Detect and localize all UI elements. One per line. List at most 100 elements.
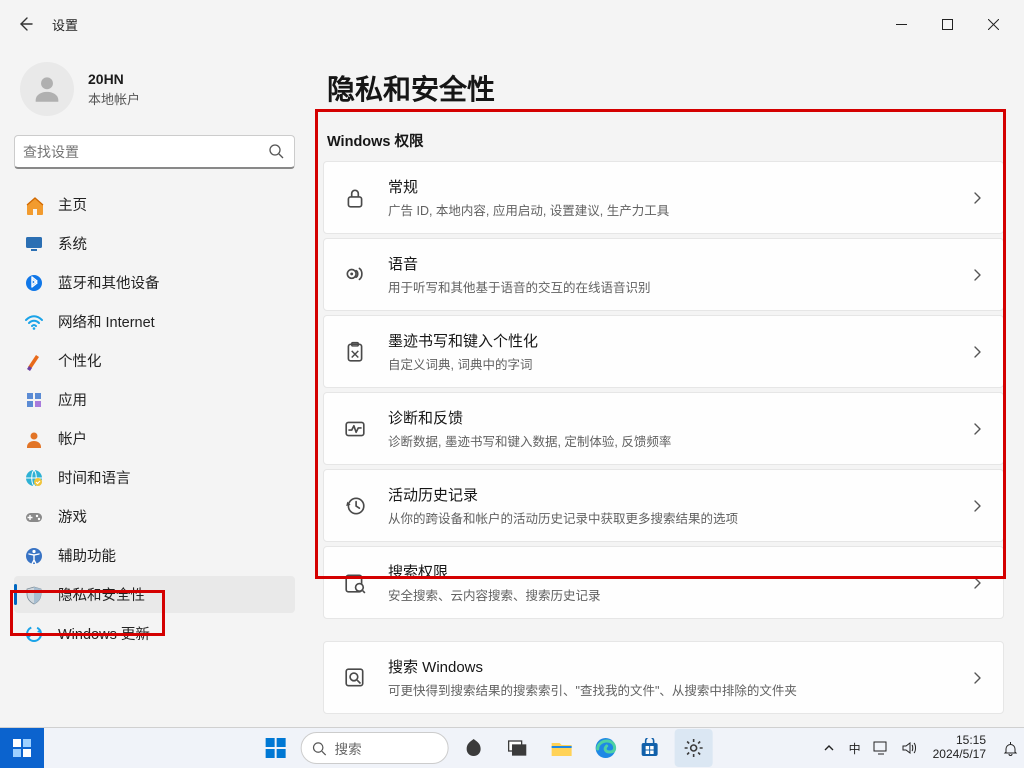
start-button[interactable] (257, 729, 295, 767)
card-desc: 广告 ID, 本地内容, 应用启动, 设置建议, 生产力工具 (388, 200, 971, 219)
accessibility-icon (24, 546, 44, 566)
sidebar: 20HN 本地帐户 主页系统蓝牙和其他设备网络和 Internet 个性化应用帐户… (0, 48, 305, 727)
settings-card[interactable]: 活动历史记录从你的跨设备和帐户的活动历史记录中获取更多搜索结果的选项 (323, 469, 1004, 542)
sidebar-item-label: 网络和 Internet (58, 311, 155, 332)
page-title: 隐私和安全性 (327, 68, 1004, 108)
card-desc: 用于听写和其他基于语音的交互的在线语音识别 (388, 277, 971, 296)
sidebar-item-apps[interactable]: 应用 (14, 381, 295, 418)
close-button[interactable] (970, 7, 1016, 41)
sidebar-item-update[interactable]: Windows 更新 (14, 615, 295, 652)
back-button[interactable] (8, 7, 42, 41)
settings-card[interactable]: 常规广告 ID, 本地内容, 应用启动, 设置建议, 生产力工具 (323, 161, 1004, 234)
card-desc: 可更快得到搜索结果的搜索索引、"查找我的文件"、从搜索中排除的文件夹 (388, 680, 971, 699)
chevron-right-icon (971, 268, 985, 282)
globe-icon (24, 468, 44, 488)
minimize-button[interactable] (878, 7, 924, 41)
taskbar-search[interactable]: 搜索 (301, 732, 449, 764)
settings-card[interactable]: 诊断和反馈诊断数据, 墨迹书写和键入数据, 定制体验, 反馈频率 (323, 392, 1004, 465)
task-view-button[interactable] (499, 729, 537, 767)
settings-card[interactable]: 墨迹书写和键入个性化自定义词典, 词典中的字词 (323, 315, 1004, 388)
sidebar-item-timelang[interactable]: 时间和语言 (14, 459, 295, 496)
lock-icon (342, 185, 368, 211)
widgets-button[interactable] (0, 728, 44, 768)
chevron-right-icon (971, 191, 985, 205)
wifi-icon (24, 312, 44, 332)
clock-time: 15:15 (933, 734, 986, 748)
sidebar-item-label: 帐户 (58, 428, 87, 449)
volume-icon[interactable] (901, 740, 917, 756)
grid-icon (24, 390, 44, 410)
taskbar-search-placeholder: 搜索 (335, 738, 362, 758)
settings-taskbar-button[interactable] (675, 729, 713, 767)
search-input[interactable] (23, 144, 268, 160)
edge-button[interactable] (587, 729, 625, 767)
person-icon (24, 429, 44, 449)
card-title: 诊断和反馈 (388, 407, 971, 428)
maximize-button[interactable] (924, 7, 970, 41)
card-title: 常规 (388, 176, 971, 197)
search-settings[interactable] (14, 135, 295, 169)
section-header: Windows 权限 (327, 130, 1004, 151)
brush-icon (24, 351, 44, 371)
settings-card[interactable]: 搜索权限安全搜索、云内容搜索、搜索历史记录 (323, 546, 1004, 619)
sidebar-item-label: 系统 (58, 233, 87, 254)
sidebar-item-label: 应用 (58, 389, 87, 410)
card-title: 搜索 Windows (388, 656, 971, 677)
searchperm-icon (342, 570, 368, 596)
sidebar-item-system[interactable]: 系统 (14, 225, 295, 262)
card-desc: 自定义词典, 词典中的字词 (388, 354, 971, 373)
heart-icon (342, 416, 368, 442)
sidebar-item-bluetooth[interactable]: 蓝牙和其他设备 (14, 264, 295, 301)
tray-overflow-icon[interactable] (821, 740, 837, 756)
card-title: 活动历史记录 (388, 484, 971, 505)
mic-icon (342, 262, 368, 288)
card-desc: 安全搜索、云内容搜索、搜索历史记录 (388, 585, 971, 604)
system-tray[interactable]: 中 15:15 2024/5/17 (821, 734, 1018, 762)
account-name: 20HN (88, 71, 140, 87)
sidebar-item-label: 蓝牙和其他设备 (58, 272, 160, 293)
history-icon (342, 493, 368, 519)
window-title: 设置 (52, 15, 78, 34)
account-type: 本地帐户 (88, 89, 140, 108)
chevron-right-icon (971, 499, 985, 513)
card-title: 搜索权限 (388, 561, 971, 582)
notifications-icon[interactable] (1002, 740, 1018, 756)
ime-indicator[interactable]: 中 (849, 740, 861, 757)
settings-card[interactable]: 搜索 Windows 可更快得到搜索结果的搜索索引、"查找我的文件"、从搜索中排除… (323, 641, 1004, 714)
sidebar-item-label: 时间和语言 (58, 467, 131, 488)
account-block[interactable]: 20HN 本地帐户 (14, 56, 295, 130)
searchwin-icon (342, 665, 368, 691)
gamepad-icon (24, 507, 44, 527)
taskbar-app-1[interactable] (455, 729, 493, 767)
store-button[interactable] (631, 729, 669, 767)
home-icon (24, 195, 44, 215)
card-group: 常规广告 ID, 本地内容, 应用启动, 设置建议, 生产力工具语音用于听写和其… (323, 161, 1004, 619)
sidebar-item-accounts[interactable]: 帐户 (14, 420, 295, 457)
sidebar-item-privacy[interactable]: 隐私和安全性 (14, 576, 295, 613)
card-desc: 从你的跨设备和帐户的活动历史记录中获取更多搜索结果的选项 (388, 508, 971, 527)
sidebar-item-label: 隐私和安全性 (58, 584, 145, 605)
sidebar-item-network[interactable]: 网络和 Internet (14, 303, 295, 340)
settings-card[interactable]: 语音用于听写和其他基于语音的交互的在线语音识别 (323, 238, 1004, 311)
sidebar-item-label: 游戏 (58, 506, 87, 527)
network-icon[interactable] (873, 740, 889, 756)
sidebar-item-label: 辅助功能 (58, 545, 116, 566)
card-title: 语音 (388, 253, 971, 274)
chevron-right-icon (971, 671, 985, 685)
card-desc: 诊断数据, 墨迹书写和键入数据, 定制体验, 反馈频率 (388, 431, 971, 450)
sidebar-item-home[interactable]: 主页 (14, 186, 295, 223)
chevron-right-icon (971, 345, 985, 359)
sidebar-item-personalize[interactable]: 个性化 (14, 342, 295, 379)
settings-window: 设置 20HN 本地帐户 主页系统蓝牙和其他 (0, 0, 1024, 727)
refresh-icon (24, 624, 44, 644)
avatar (20, 62, 74, 116)
clock-date: 2024/5/17 (933, 748, 986, 762)
monitor-icon (24, 234, 44, 254)
sidebar-item-label: 个性化 (58, 350, 102, 371)
chevron-right-icon (971, 422, 985, 436)
card-title: 墨迹书写和键入个性化 (388, 330, 971, 351)
explorer-button[interactable] (543, 729, 581, 767)
chevron-right-icon (971, 576, 985, 590)
sidebar-item-gaming[interactable]: 游戏 (14, 498, 295, 535)
sidebar-item-accessibility[interactable]: 辅助功能 (14, 537, 295, 574)
